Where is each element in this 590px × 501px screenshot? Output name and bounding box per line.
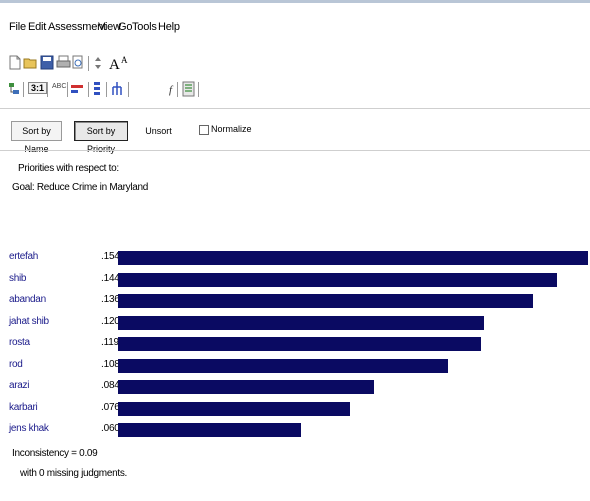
bar [118, 380, 374, 394]
bar-label: abandan [9, 294, 46, 305]
toolbar-separator [88, 56, 89, 71]
toolbar-separator [47, 82, 48, 97]
bar-label: shib [9, 272, 27, 284]
bar-value-label: .084 [101, 380, 120, 391]
missing-judgments-text: with 0 missing judgments. [20, 468, 127, 479]
bar-value-label: .076 [101, 401, 120, 413]
bar-value-label: .144 [101, 272, 120, 284]
window-top-border [0, 0, 590, 3]
graphical-comparison-icon[interactable] [70, 82, 84, 96]
bar-value-label: .136 [101, 294, 120, 305]
svg-text:f: f [169, 84, 174, 96]
bar-label: arazi [9, 380, 30, 391]
toolbar-separator [177, 82, 178, 97]
toolbar-separator [67, 82, 68, 97]
sort-by-name-button[interactable]: Sort by Name [11, 121, 62, 154]
questionnaire-icon[interactable] [92, 81, 102, 97]
bar [118, 272, 557, 287]
bar-label: jahat shib [9, 315, 49, 327]
divider [0, 108, 590, 109]
bar-label: rod [9, 358, 23, 370]
menu-tools[interactable]: Tools [132, 21, 157, 33]
menu-file[interactable]: File [9, 21, 26, 33]
toolbar-separator [106, 82, 107, 97]
print-icon[interactable] [56, 55, 71, 70]
bar [118, 294, 533, 308]
hierarchy-icon[interactable] [111, 81, 123, 97]
inconsistency-text: Inconsistency = 0.09 [12, 448, 98, 459]
goal-title: Goal: Reduce Crime in Maryland [12, 182, 149, 193]
toolbar-view: 3:1 ABC f [0, 79, 590, 101]
sort-bar: Sort by Name Sort by Priority Unsort Nor… [0, 121, 590, 154]
arrow-up-down-icon[interactable] [94, 56, 102, 70]
bar-value-label: .060 [101, 423, 120, 434]
toolbar-separator [23, 82, 24, 97]
verbal-comparison-button[interactable]: ABC [52, 83, 66, 90]
save-icon[interactable] [40, 55, 54, 70]
bar [118, 423, 301, 437]
unsort-button[interactable]: Unsort [141, 121, 176, 141]
numerical-comparison-button[interactable]: 3:1 [28, 82, 48, 94]
bar [118, 337, 481, 351]
bar [118, 358, 448, 373]
normalize-label: Normalize [211, 124, 252, 134]
open-folder-icon[interactable] [23, 55, 38, 70]
bar-label: karbari [9, 401, 38, 413]
bar [118, 251, 588, 265]
menu-go[interactable]: Go [118, 21, 132, 33]
svg-text:A: A [121, 55, 128, 65]
bar-value-label: .108 [101, 358, 120, 370]
new-file-icon[interactable] [8, 55, 21, 70]
print-preview-icon[interactable] [71, 55, 84, 70]
bar-label: ertefah [9, 251, 39, 262]
divider [0, 150, 590, 151]
menu-help[interactable]: Help [158, 21, 180, 33]
report-icon[interactable] [182, 81, 195, 97]
toolbar-file: A A [0, 53, 590, 75]
normalize-checkbox[interactable] [199, 125, 209, 135]
tree-view-icon[interactable] [8, 82, 20, 96]
toolbar-separator [88, 82, 89, 97]
bar [118, 315, 484, 330]
priorities-heading: Priorities with respect to: [18, 163, 119, 174]
bar-label: jens khak [9, 423, 49, 434]
menu-bar: File Edit Assessment View Go Tools Help [0, 17, 590, 39]
sort-by-priority-button[interactable]: Sort by Priority [74, 121, 128, 154]
font-size-icon[interactable]: A A [108, 54, 130, 71]
bar-value-label: .120 [101, 315, 120, 327]
toolbar-separator [198, 82, 199, 97]
bar-value-label: .119 [101, 337, 119, 348]
svg-text:A: A [109, 57, 120, 71]
toolbar-separator [128, 82, 129, 97]
bar [118, 401, 350, 416]
menu-edit[interactable]: Edit [28, 21, 46, 33]
bar-value-label: .154 [101, 251, 120, 262]
bar-label: rosta [9, 337, 30, 348]
